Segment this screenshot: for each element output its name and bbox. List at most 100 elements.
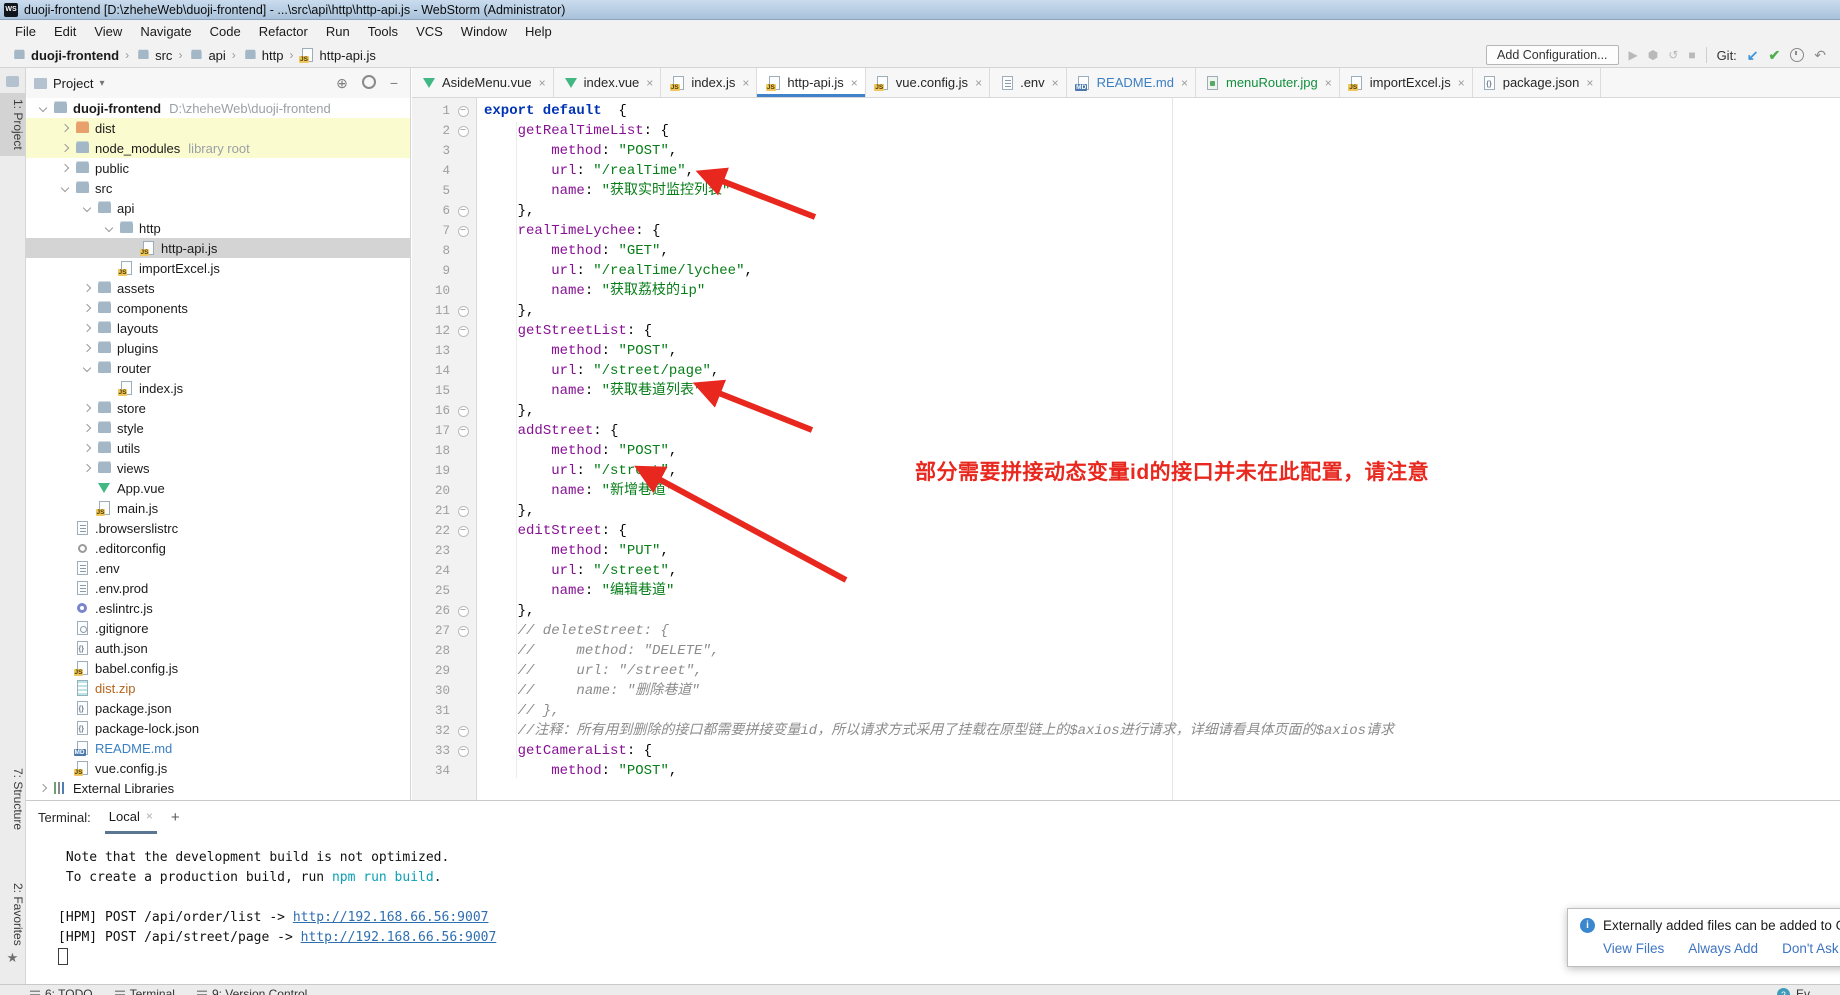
notification-action[interactable]: View Files — [1603, 941, 1664, 956]
rollback-icon[interactable]: ↶ — [1814, 47, 1826, 64]
fold-icon[interactable]: − — [458, 506, 469, 517]
tree-item[interactable]: store — [26, 398, 410, 418]
breadcrumb-item[interactable]: src — [132, 46, 175, 64]
menu-tools[interactable]: Tools — [359, 22, 407, 41]
tree-item[interactable]: External Libraries — [26, 778, 410, 798]
fold-icon[interactable]: − — [458, 626, 469, 637]
menu-view[interactable]: View — [85, 22, 131, 41]
chevron-icon[interactable] — [78, 445, 96, 451]
settings-gear-icon[interactable] — [358, 75, 380, 92]
tree-item[interactable]: plugins — [26, 338, 410, 358]
chevron-down-icon[interactable]: ▾ — [99, 78, 104, 89]
chevron-icon[interactable] — [56, 185, 74, 191]
tree-item[interactable]: utils — [26, 438, 410, 458]
menu-code[interactable]: Code — [201, 22, 250, 41]
chevron-icon[interactable] — [56, 125, 74, 131]
tab-http-api.js[interactable]: JShttp-api.js× — [757, 68, 865, 97]
breadcrumb-item[interactable]: api — [185, 46, 228, 64]
tab-.env[interactable]: .env× — [990, 68, 1067, 97]
chevron-icon[interactable] — [56, 165, 74, 171]
git-update-icon[interactable]: ↙ — [1747, 47, 1759, 64]
close-icon[interactable]: × — [1181, 76, 1188, 90]
fold-icon[interactable]: − — [458, 426, 469, 437]
tree-item[interactable]: http — [26, 218, 410, 238]
close-icon[interactable]: × — [975, 76, 982, 90]
chevron-icon[interactable] — [34, 105, 52, 111]
notification-action[interactable]: Always Add — [1688, 941, 1758, 956]
history-icon[interactable] — [1790, 48, 1804, 62]
menu-navigate[interactable]: Navigate — [131, 22, 200, 41]
stripe-project-button[interactable]: 1: Project — [0, 93, 25, 156]
git-commit-icon[interactable]: ✔ — [1769, 47, 1781, 64]
close-icon[interactable]: × — [539, 76, 546, 90]
status-item-6-todo[interactable]: 6: TODO — [30, 985, 93, 995]
tab-README.md[interactable]: MDREADME.md× — [1067, 68, 1196, 97]
fold-icon[interactable]: − — [458, 606, 469, 617]
tree-item[interactable]: public — [26, 158, 410, 178]
tree-item[interactable]: MDREADME.md — [26, 738, 410, 758]
tab-index.js[interactable]: JSindex.js× — [661, 68, 757, 97]
breadcrumb-item[interactable]: duoji-frontend — [8, 46, 122, 64]
menu-vcs[interactable]: VCS — [407, 22, 452, 41]
tree-item[interactable]: style — [26, 418, 410, 438]
breadcrumb-item[interactable]: JShttp-api.js — [296, 46, 378, 64]
tab-package.json[interactable]: {}package.json× — [1473, 68, 1602, 97]
tree-item[interactable]: assets — [26, 278, 410, 298]
notification-action[interactable]: Don't Ask Agai — [1782, 941, 1840, 956]
tree-item[interactable]: .editorconfig — [26, 538, 410, 558]
tree-item[interactable]: App.vue — [26, 478, 410, 498]
hide-panel-icon[interactable]: − — [386, 75, 402, 91]
tree-item[interactable]: dist.zip — [26, 678, 410, 698]
chevron-icon[interactable] — [78, 285, 96, 291]
tab-vue.config.js[interactable]: JSvue.config.js× — [866, 68, 990, 97]
fold-icon[interactable]: − — [458, 126, 469, 137]
close-icon[interactable]: × — [646, 76, 653, 90]
fold-icon[interactable]: − — [458, 226, 469, 237]
tree-item[interactable]: JSindex.js — [26, 378, 410, 398]
tree-item[interactable]: router — [26, 358, 410, 378]
terminal-link[interactable]: http://192.168.66.56:9007 — [293, 910, 489, 925]
tree-item[interactable]: .env.prod — [26, 578, 410, 598]
stripe-favorites-button[interactable]: 2: Favorites — [0, 883, 25, 946]
event-log-badge[interactable]: 2 — [1777, 988, 1790, 995]
fold-icon[interactable]: − — [458, 326, 469, 337]
fold-icon[interactable]: − — [458, 106, 469, 117]
tree-item[interactable]: {}package.json — [26, 698, 410, 718]
status-item-terminal[interactable]: Terminal — [115, 985, 175, 995]
new-terminal-icon[interactable]: + — [171, 809, 180, 826]
tree-item[interactable]: views — [26, 458, 410, 478]
chevron-icon[interactable] — [78, 405, 96, 411]
chevron-icon[interactable] — [78, 305, 96, 311]
tab-importExcel.js[interactable]: JSimportExcel.js× — [1340, 68, 1473, 97]
tree-item[interactable]: layouts — [26, 318, 410, 338]
close-icon[interactable]: × — [1325, 76, 1332, 90]
fold-icon[interactable]: − — [458, 526, 469, 537]
tree-item[interactable]: {}package-lock.json — [26, 718, 410, 738]
chevron-icon[interactable] — [78, 365, 96, 371]
close-icon[interactable]: × — [1586, 76, 1593, 90]
tree-item[interactable]: .browserslistrc — [26, 518, 410, 538]
tree-item[interactable]: src — [26, 178, 410, 198]
tree-item[interactable]: duoji-frontendD:\zheheWeb\duoji-frontend — [26, 98, 410, 118]
terminal-link[interactable]: http://192.168.66.56:9007 — [301, 930, 497, 945]
tree-item[interactable]: {}auth.json — [26, 638, 410, 658]
locate-file-icon[interactable]: ⊕ — [332, 75, 352, 92]
menu-edit[interactable]: Edit — [45, 22, 85, 41]
chevron-icon[interactable] — [78, 205, 96, 211]
tree-item[interactable]: JShttp-api.js — [26, 238, 410, 258]
tree-item[interactable]: node_moduleslibrary root — [26, 138, 410, 158]
menu-run[interactable]: Run — [317, 22, 359, 41]
tree-item[interactable]: JSmain.js — [26, 498, 410, 518]
terminal-tab-local[interactable]: Local × — [105, 801, 157, 834]
tab-menuRouter.jpg[interactable]: menuRouter.jpg× — [1196, 68, 1340, 97]
fold-icon[interactable]: − — [458, 746, 469, 757]
status-item-9-version-control[interactable]: 9: Version Control — [197, 985, 307, 995]
chevron-icon[interactable] — [100, 225, 118, 231]
add-configuration-button[interactable]: Add Configuration... — [1486, 45, 1619, 65]
menu-refactor[interactable]: Refactor — [250, 22, 317, 41]
tree-item[interactable]: JSbabel.config.js — [26, 658, 410, 678]
chevron-icon[interactable] — [34, 785, 52, 791]
chevron-icon[interactable] — [78, 425, 96, 431]
close-icon[interactable]: × — [742, 76, 749, 90]
tree-item[interactable]: .eslintrc.js — [26, 598, 410, 618]
